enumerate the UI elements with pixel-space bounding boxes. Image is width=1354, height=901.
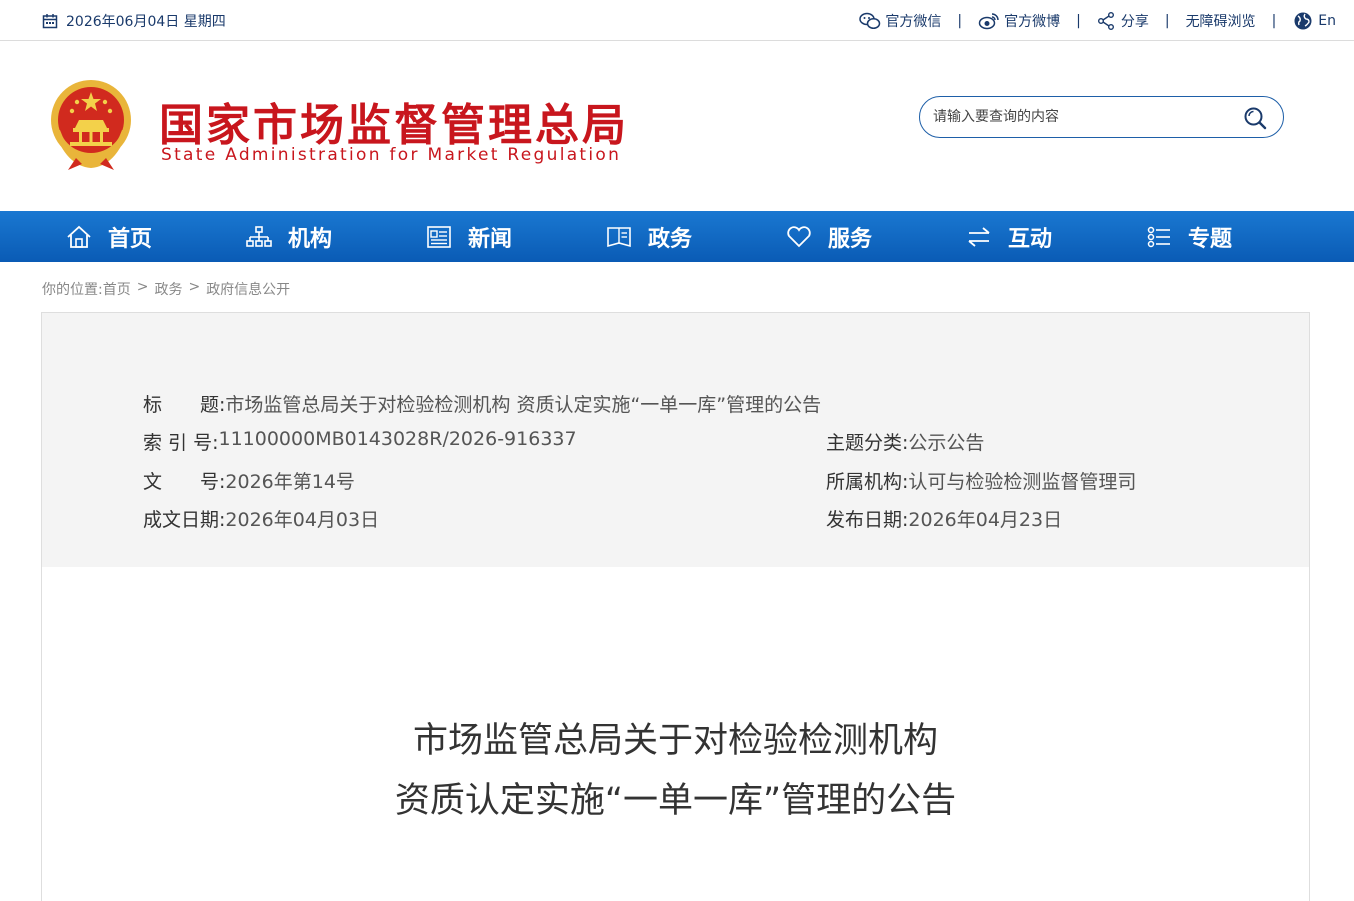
divider: | [1164, 13, 1170, 29]
share-link[interactable]: 分享 [1097, 11, 1149, 31]
weibo-label: 官方微博 [1004, 14, 1061, 30]
meta-title-row: 标 题: 市场监管总局关于对检验检测机构 资质认定实施“一单一库”管理的公告 [143, 390, 821, 417]
accessibility-label: 无障碍浏览 [1185, 14, 1256, 30]
breadcrumb-home[interactable]: 首页 [103, 279, 131, 299]
heart-icon [787, 225, 811, 247]
top-links: 官方微信 | 官方微博 | 分享 | 无障碍浏览 | En [859, 11, 1336, 31]
meta-org-label: 所属机构: [826, 471, 909, 493]
search-input[interactable] [933, 106, 1233, 128]
meta-topic-value: 公示公告 [908, 432, 985, 454]
nav-institutions[interactable]: 机构 [246, 211, 332, 262]
national-emblem-icon[interactable] [46, 78, 136, 172]
document-title-line-2: 资质认定实施“一单一库”管理的公告 [394, 781, 957, 821]
meta-publish-label: 发布日期: [826, 509, 909, 531]
globe-icon [1294, 12, 1312, 30]
meta-written-value: 2026年04月03日 [225, 509, 380, 531]
nav-home[interactable]: 首页 [66, 211, 152, 262]
nav-institutions-label: 机构 [288, 226, 333, 252]
breadcrumb: 你的位置: 首页 > 政务 > 政府信息公开 [42, 279, 290, 299]
nav-interaction[interactable]: 互动 [966, 211, 1052, 262]
meta-publish-row: 发布日期: 2026年04月23日 [826, 505, 1062, 532]
search-icon[interactable] [1243, 106, 1267, 130]
newspaper-icon [427, 225, 451, 248]
breadcrumb-gov-info[interactable]: 政府信息公开 [206, 279, 290, 299]
share-label: 分享 [1120, 14, 1149, 30]
wechat-icon [859, 12, 881, 30]
wechat-label: 官方微信 [885, 14, 942, 30]
divider: | [1271, 13, 1277, 29]
divider: | [957, 13, 963, 29]
document-metadata-panel: 标 题: 市场监管总局关于对检验检测机构 资质认定实施“一单一库”管理的公告 索… [41, 312, 1310, 568]
list-icon [1147, 226, 1170, 247]
meta-docno-row: 文 号: 2026年第14号 [143, 467, 355, 494]
site-title-en[interactable]: State Administration for Market Regulati… [161, 145, 621, 165]
org-chart-icon [246, 225, 272, 247]
date-text: 2026年06月04日 星期四 [66, 14, 226, 30]
calendar-icon [42, 14, 58, 29]
site-header: 国家市场监督管理总局 State Administration for Mark… [0, 41, 1354, 211]
home-icon [67, 225, 91, 248]
nav-topics-label: 专题 [1188, 226, 1233, 252]
meta-docno-value: 2026年第14号 [225, 471, 355, 493]
meta-topic-label: 主题分类: [826, 432, 909, 454]
nav-services[interactable]: 服务 [786, 211, 872, 262]
site-title-cn[interactable]: 国家市场监督管理总局 [159, 89, 629, 153]
english-link[interactable]: En [1292, 11, 1336, 31]
share-icon [1097, 12, 1114, 30]
nav-news-label: 新闻 [468, 226, 513, 252]
meta-index-row: 索 引 号: 11100000MB0143028R/2026-916337 [143, 428, 577, 455]
breadcrumb-separator: > [136, 279, 149, 295]
nav-home-label: 首页 [108, 226, 153, 252]
english-label: En [1318, 13, 1336, 29]
meta-org-row: 所属机构: 认可与检验检测监督管理司 [826, 467, 1136, 494]
meta-docno-label: 文 号: [143, 471, 226, 493]
document-icon [607, 226, 631, 247]
nav-interaction-label: 互动 [1008, 226, 1053, 252]
breadcrumb-prefix: 你的位置: [42, 282, 103, 298]
meta-topic-row: 主题分类: 公示公告 [826, 428, 984, 455]
nav-news[interactable]: 新闻 [426, 211, 512, 262]
current-date: 2026年06月04日 星期四 [42, 11, 226, 31]
meta-index-label: 索 引 号: [143, 432, 219, 454]
breadcrumb-separator: > [188, 279, 201, 295]
divider: | [1076, 13, 1081, 29]
wechat-link[interactable]: 官方微信 [859, 11, 941, 31]
meta-title-value: 市场监管总局关于对检验检测机构 资质认定实施“一单一库”管理的公告 [225, 394, 822, 416]
main-nav: 首页 机构 新闻 政务 服务 互动 专题 [0, 211, 1354, 262]
meta-org-value: 认可与检验检测监督管理司 [908, 471, 1137, 493]
meta-publish-value: 2026年04月23日 [908, 509, 1063, 531]
nav-affairs-label: 政务 [648, 226, 693, 252]
meta-title-label: 标 题: [143, 394, 226, 416]
nav-affairs[interactable]: 政务 [606, 211, 692, 262]
meta-written-row: 成文日期: 2026年04月03日 [143, 505, 379, 532]
breadcrumb-affairs[interactable]: 政务 [154, 279, 182, 299]
meta-index-value: 11100000MB0143028R/2026-916337 [218, 428, 577, 450]
nav-services-label: 服务 [828, 226, 873, 252]
meta-written-label: 成文日期: [143, 509, 226, 531]
exchange-arrows-icon [968, 226, 990, 247]
weibo-icon [978, 13, 999, 30]
document-content: 市场监管总局关于对检验检测机构 资质认定实施“一单一库”管理的公告 [41, 567, 1310, 901]
weibo-link[interactable]: 官方微博 [978, 11, 1060, 31]
top-bar: 2026年06月04日 星期四 官方微信 | 官方微博 | 分享 | 无障碍浏览… [0, 0, 1354, 41]
search-box [919, 96, 1284, 138]
document-title-line-1: 市场监管总局关于对检验检测机构 [412, 721, 938, 761]
accessibility-link[interactable]: 无障碍浏览 [1186, 11, 1256, 31]
nav-topics[interactable]: 专题 [1146, 211, 1232, 262]
